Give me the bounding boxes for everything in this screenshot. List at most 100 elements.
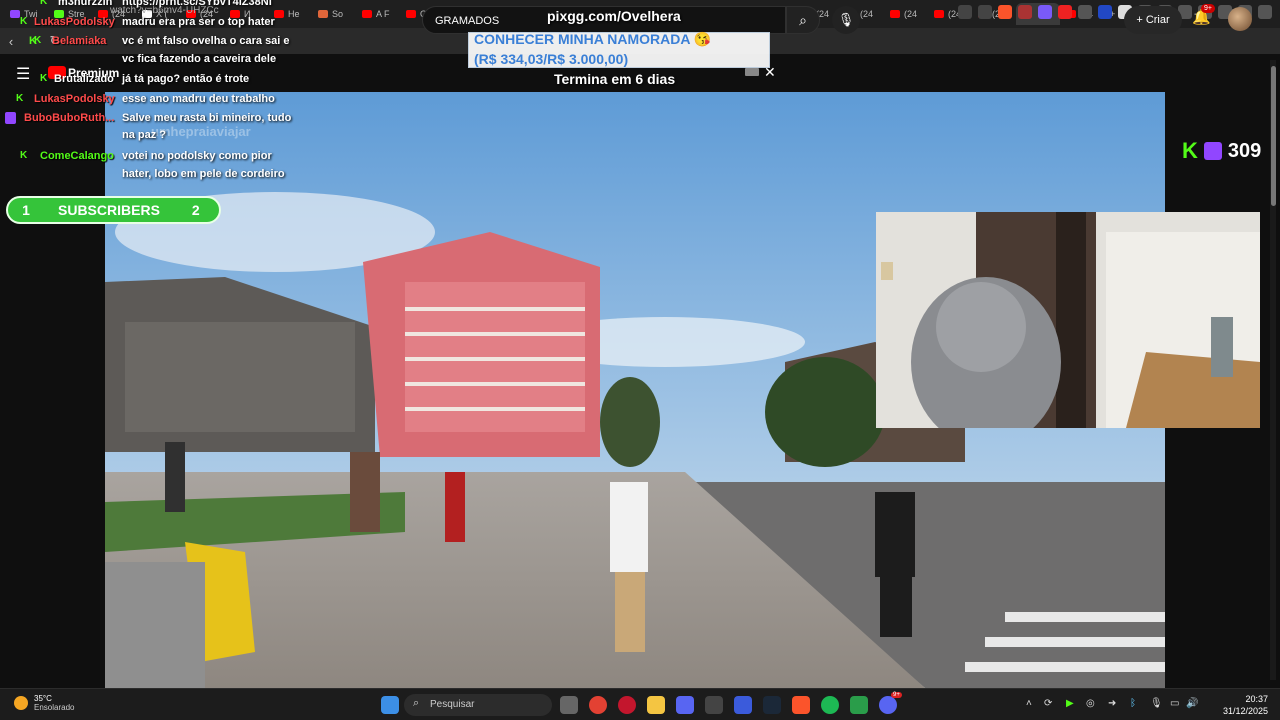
task-view-icon[interactable] <box>560 696 578 714</box>
extension-icon-d[interactable] <box>1098 5 1112 19</box>
chat-message: hater, lobo em pele de cordeiro <box>122 168 285 180</box>
chrome-icon[interactable] <box>589 696 607 714</box>
voice-search-button[interactable]: 🎙 <box>832 6 860 34</box>
app-icon-c[interactable] <box>734 696 752 714</box>
search-button[interactable]: ⌕ <box>786 6 820 34</box>
scrollbar-thumb[interactable] <box>1271 66 1276 206</box>
kick-icon: K <box>40 73 48 84</box>
chat-message: Salve meu rasta bi mineiro, tudo <box>122 112 292 124</box>
search-icon: ⌕ <box>413 697 420 709</box>
kick-icon: K <box>16 93 24 104</box>
weather-temp: 35°C <box>34 694 52 703</box>
chat-user: ComeCalango <box>40 150 114 162</box>
webcam-image <box>876 212 1260 428</box>
back-icon[interactable]: ‹ <box>0 34 22 49</box>
webcam-overlay <box>876 212 1260 428</box>
kick-icon: K <box>1182 138 1198 163</box>
subs-label: SUBSCRIBERS <box>58 202 160 218</box>
tab-favicon-icon <box>406 10 416 18</box>
tray-icon-b[interactable]: ▶ <box>1066 698 1074 709</box>
kick-icon: K <box>20 16 28 27</box>
chat-message: esse ano madru deu trabalho <box>122 93 275 105</box>
viewer-count-value: 309 <box>1227 139 1262 162</box>
subs-target: 2 <box>191 202 200 218</box>
system-clock[interactable]: 20:37 31/12/2025 <box>1223 693 1268 717</box>
browser-tab[interactable]: A F <box>356 3 400 25</box>
extension-icon-b[interactable] <box>1058 5 1072 19</box>
chat-message: votei no podolsky como pior <box>122 150 272 162</box>
tray-icon-a[interactable]: ⟳ <box>1044 698 1052 709</box>
microphone-tray-icon[interactable]: 🎙 <box>1150 698 1163 709</box>
windows-taskbar: 35°C Ensolarado Pesquisar ⌕ 9+ ˄ ⟳ ▶ ◎ ➜… <box>0 688 1280 720</box>
keyboard-icon[interactable] <box>745 68 759 76</box>
chevron-up-icon[interactable]: ˄ <box>1026 698 1032 709</box>
tab-label: So <box>332 9 344 19</box>
chat-user: LukasPodolsky <box>34 93 115 105</box>
discord-icon[interactable] <box>879 696 897 714</box>
spotify-icon[interactable] <box>821 696 839 714</box>
twitch-icon <box>5 112 16 124</box>
microphone-icon: 🎙 <box>837 12 855 27</box>
taskbar-search[interactable]: Pesquisar <box>404 694 552 716</box>
app-icon-d[interactable] <box>850 696 868 714</box>
brave-rewards-icon[interactable] <box>1018 5 1032 19</box>
avatar[interactable] <box>1228 7 1252 31</box>
chat-user: LukasPodolsky <box>34 16 115 28</box>
clock-time: 20:37 <box>1245 694 1268 704</box>
countdown-overlay: Termina em 6 dias <box>554 71 676 87</box>
subscribers-goal-bar: 1 SUBSCRIBERS 2 <box>6 196 221 224</box>
tab-favicon-icon <box>934 10 944 18</box>
viewer-count: K 309 <box>1182 138 1261 164</box>
donation-goal-title: CONHECER MINHA NAMORADA 😘 <box>474 31 712 47</box>
kick-icon: K <box>34 35 42 46</box>
plus-icon: + <box>1136 14 1146 26</box>
tab-label: (24 <box>860 9 874 19</box>
bluetooth-icon[interactable]: ᛒ <box>1130 698 1136 709</box>
tab-favicon-icon <box>274 10 284 18</box>
chat-message: madru era pra ser o top hater <box>122 16 275 28</box>
twitch-icon <box>1203 142 1222 160</box>
menu-icon[interactable] <box>1258 5 1272 19</box>
discord-badge: 9+ <box>891 692 902 698</box>
search-icon: ⌕ <box>799 12 807 28</box>
opera-icon[interactable] <box>618 696 636 714</box>
kick-icon: K <box>20 150 28 161</box>
pix-url-overlay: pixgg.com/Ovelhera <box>547 8 681 24</box>
file-explorer-icon[interactable] <box>647 696 665 714</box>
chat-message: vc é mt falso ovelha o cara sai e <box>122 35 290 47</box>
steam-icon[interactable] <box>763 696 781 714</box>
chat-message: na paz ? <box>122 129 167 141</box>
tab-favicon-icon <box>318 10 328 18</box>
extension-icons <box>958 5 1272 19</box>
create-button[interactable]: + Criar <box>1124 6 1182 34</box>
extension-icon-a[interactable] <box>1038 5 1052 19</box>
sun-icon <box>14 696 28 710</box>
share-icon[interactable] <box>978 5 992 19</box>
network-icon[interactable]: ▭ <box>1170 698 1179 709</box>
tray-icon-d[interactable]: ➜ <box>1108 698 1116 709</box>
windows-start-icon[interactable] <box>381 696 399 714</box>
tab-favicon-icon <box>10 10 20 18</box>
brave-icon[interactable] <box>792 696 810 714</box>
top-chat-link: https://prnt.sc/SYbvT4IZ38NI <box>122 0 272 8</box>
chat-message: já tá pago? então é trote <box>122 73 250 85</box>
weather-desc: Ensolarado <box>34 703 75 712</box>
cast-icon[interactable] <box>958 5 972 19</box>
browser-tab[interactable]: So <box>312 3 356 25</box>
notification-badge: 9+ <box>1201 4 1215 13</box>
tray-icon-c[interactable]: ◎ <box>1086 698 1095 709</box>
browser-tab[interactable]: (24 <box>884 3 928 25</box>
chat-message: vc fica fazendo a caveira dele <box>122 53 277 65</box>
chat-user: Brutalizado <box>54 73 114 85</box>
top-chat-user: m3nurzzin <box>58 0 113 8</box>
kick-icon: K <box>40 0 48 7</box>
app-icon-a[interactable] <box>676 696 694 714</box>
app-icon-b[interactable] <box>705 696 723 714</box>
chat-user: BuboBuboRuth... <box>24 112 115 124</box>
volume-icon[interactable]: 🔊 <box>1186 698 1198 709</box>
extension-icon-c[interactable] <box>1078 5 1092 19</box>
weather-widget[interactable]: 35°C Ensolarado <box>14 694 74 712</box>
brave-shield-icon[interactable] <box>998 5 1012 19</box>
chat-user: Belamiaka <box>52 35 107 47</box>
hamburger-icon[interactable]: ☰ <box>16 64 30 84</box>
